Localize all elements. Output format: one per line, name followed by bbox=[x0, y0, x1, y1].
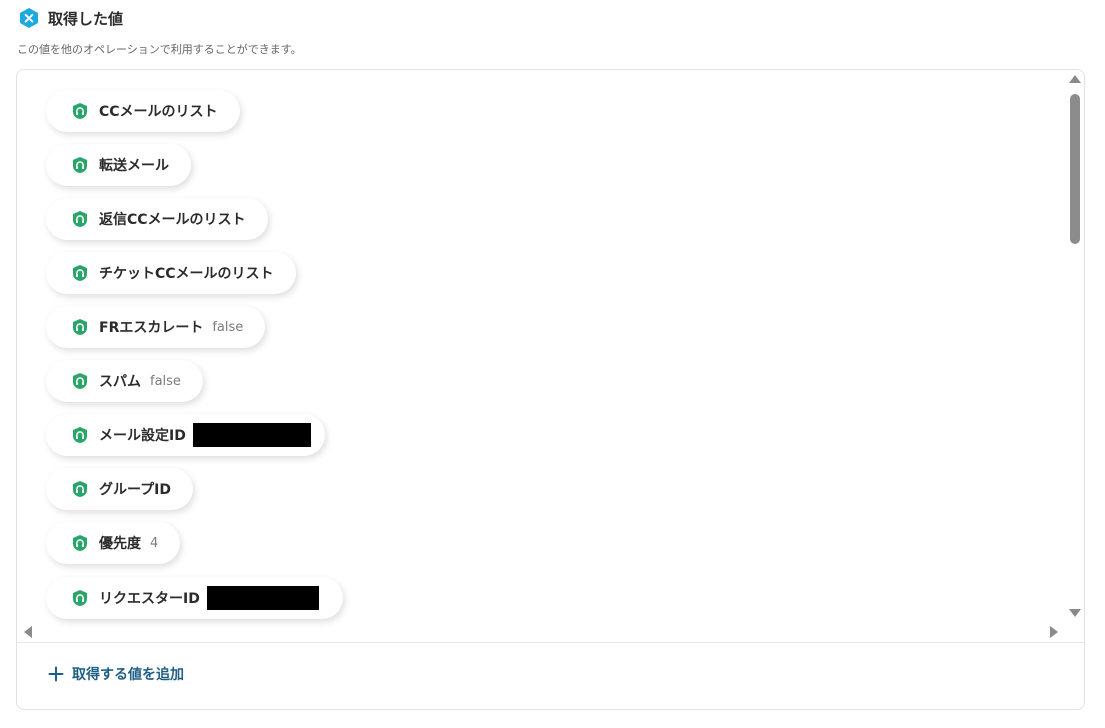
zendesk-icon bbox=[71, 480, 89, 498]
value-text: false bbox=[212, 319, 244, 335]
value-chip[interactable]: FRエスカレート false bbox=[46, 306, 266, 348]
value-chip[interactable]: チケットCCメールのリスト bbox=[46, 252, 296, 294]
value-text: 4 bbox=[150, 535, 159, 551]
zendesk-icon bbox=[71, 589, 89, 607]
zendesk-icon bbox=[71, 156, 89, 174]
value-label: 優先度 bbox=[99, 536, 141, 552]
value-chip[interactable]: CCメールのリスト bbox=[46, 90, 240, 132]
value-label: FRエスカレート bbox=[99, 320, 204, 336]
scroll-down-arrow-icon[interactable] bbox=[1069, 609, 1081, 617]
value-label: 返信CCメールのリスト bbox=[99, 212, 246, 228]
zendesk-icon bbox=[71, 264, 89, 282]
vertical-scrollbar[interactable] bbox=[1068, 70, 1084, 625]
value-label: スパム bbox=[99, 374, 141, 390]
redacted-value bbox=[192, 423, 311, 447]
value-chip[interactable]: リクエスターID bbox=[46, 577, 343, 619]
value-chip[interactable]: 優先度 4 bbox=[46, 522, 181, 564]
values-panel: CCメールのリスト 転送メール 返信CCメールのリスト チケットCCメールのリス… bbox=[16, 69, 1085, 710]
value-chip[interactable]: 返信CCメールのリスト bbox=[46, 198, 268, 240]
section-subtitle: この値を他のオペレーションで利用することができます。 bbox=[17, 43, 302, 56]
value-chip[interactable]: スパム false bbox=[46, 360, 203, 402]
add-value-label: 取得する値を追加 bbox=[72, 667, 184, 683]
value-label: グループID bbox=[99, 482, 171, 498]
zendesk-icon bbox=[71, 102, 89, 120]
plus-icon bbox=[48, 666, 64, 682]
add-value-button[interactable]: 取得する値を追加 bbox=[48, 664, 184, 684]
section-title: 取得した値 bbox=[48, 9, 124, 28]
section-header: 取得した値 bbox=[18, 7, 123, 29]
zendesk-icon bbox=[71, 534, 89, 552]
value-chip[interactable]: メール設定ID bbox=[46, 414, 325, 456]
value-chip[interactable]: グループID bbox=[46, 468, 193, 510]
value-text: false bbox=[150, 373, 181, 389]
value-chip[interactable]: 転送メール bbox=[46, 144, 191, 186]
value-label: リクエスターID bbox=[99, 591, 200, 607]
scroll-left-arrow-icon[interactable] bbox=[24, 626, 32, 638]
zendesk-icon bbox=[71, 372, 89, 390]
scrollbar-thumb[interactable] bbox=[1070, 94, 1080, 244]
hexagon-x-icon bbox=[18, 7, 40, 29]
zendesk-icon bbox=[71, 318, 89, 336]
zendesk-icon bbox=[71, 426, 89, 444]
value-label: 転送メール bbox=[99, 158, 169, 174]
scroll-right-arrow-icon[interactable] bbox=[1050, 626, 1058, 638]
values-list: CCメールのリスト 転送メール 返信CCメールのリスト チケットCCメールのリス… bbox=[17, 70, 1084, 642]
value-label: CCメールのリスト bbox=[99, 104, 218, 120]
redacted-value bbox=[206, 586, 319, 610]
scroll-up-arrow-icon[interactable] bbox=[1069, 75, 1081, 83]
value-label: メール設定ID bbox=[99, 428, 186, 444]
value-label: チケットCCメールのリスト bbox=[99, 266, 274, 282]
divider bbox=[17, 642, 1084, 643]
zendesk-icon bbox=[71, 210, 89, 228]
